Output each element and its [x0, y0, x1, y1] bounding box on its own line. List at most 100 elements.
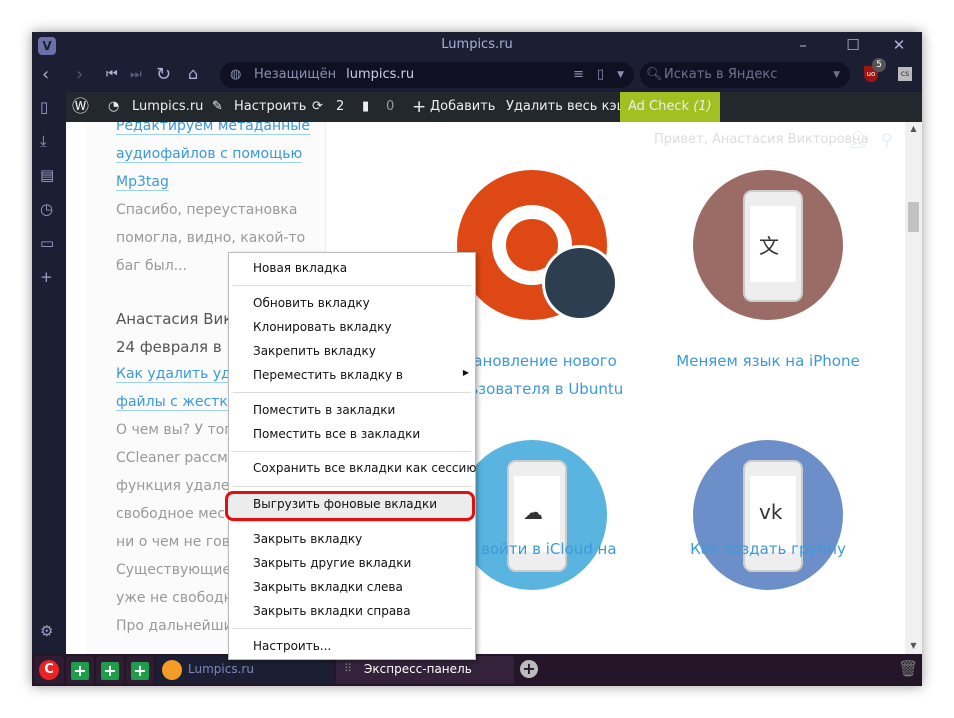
minimize-button[interactable]: – — [788, 32, 818, 58]
wordpress-icon[interactable]: Ⓦ — [72, 92, 89, 122]
sidebar-line: Редактируем метаданные — [116, 122, 310, 135]
sidebar-text: свободное место — [116, 506, 242, 522]
sidebar-line: уже не свободно — [116, 590, 241, 606]
bookmarks-panel-icon[interactable]: ▯ — [40, 98, 48, 116]
card-image[interactable]: vk — [693, 440, 843, 590]
sidebar-text: уже не свободно — [116, 590, 242, 606]
rewind-icon[interactable]: ⏮ — [106, 67, 118, 82]
sidebar-line: Про дальнейшие — [116, 618, 241, 634]
fast-forward-icon[interactable]: ⏭ — [130, 67, 142, 82]
dropdown-icon[interactable]: ▼ — [617, 62, 624, 88]
menu-item[interactable]: Закрыть вкладки справа — [253, 604, 411, 618]
window-panel-icon[interactable]: ▭ — [40, 234, 54, 252]
reload-icon[interactable]: ↻ — [156, 64, 171, 85]
pinned-tab[interactable]: + — [96, 656, 124, 684]
downloads-panel-icon[interactable]: ⤓ — [40, 132, 47, 150]
scrollbar-thumb[interactable] — [908, 202, 919, 232]
side-panel: ▯ ⤓ ▤ ◷ ▭ + ⚙ — [32, 92, 66, 654]
menu-separator — [233, 285, 471, 286]
site-link[interactable]: Lumpics.ru — [132, 92, 203, 122]
sheets-icon: + — [131, 662, 149, 680]
search-site-icon[interactable]: ⚲ — [881, 130, 893, 149]
sidebar-text: Про дальнейшие — [116, 618, 242, 634]
tab-lumpics[interactable]: Lumpics.ru — [156, 656, 334, 684]
globe-icon: ◍ — [230, 67, 242, 82]
card-image[interactable]: ☁ — [457, 440, 607, 590]
menu-item[interactable]: Закрыть другие вкладки — [253, 556, 411, 570]
pinned-tab[interactable]: + — [66, 656, 94, 684]
menu-item[interactable]: Переместить вкладку в — [253, 368, 403, 382]
scroll-down-icon[interactable]: ▼ — [905, 641, 922, 650]
menu-item[interactable]: Новая вкладка — [253, 261, 347, 275]
phone-icon: 文 — [743, 190, 803, 302]
updates-count[interactable]: 2 — [336, 92, 344, 122]
search-dropdown-icon[interactable]: ▼ — [833, 62, 840, 88]
sidebar-text: Существующие с — [116, 562, 244, 578]
home-icon[interactable]: ⌂ — [188, 64, 198, 83]
sidebar-text[interactable]: аудиофайлов с помощью — [116, 146, 303, 163]
window-title: Lumpics.ru — [441, 37, 513, 52]
tab-context-menu: Новая вкладка Обновить вкладку Клонировать… — [225, 252, 476, 660]
sheets-icon: + — [71, 662, 89, 680]
url-text: lumpics.ru — [346, 67, 415, 82]
pinned-tab[interactable]: + — [126, 656, 154, 684]
card-image[interactable]: 文 — [693, 170, 843, 320]
menu-item[interactable]: Обновить вкладку — [253, 296, 370, 310]
vivaldi-logo-icon[interactable]: V — [38, 37, 56, 55]
user-icon[interactable]: 👤︎ — [848, 130, 868, 149]
vertical-scrollbar[interactable]: ▲ ▼ — [905, 122, 922, 654]
menu-item[interactable]: Поместить в закладки — [253, 403, 395, 417]
customize-link[interactable]: Настроить — [234, 92, 306, 122]
ad-check-count: (1) — [693, 99, 712, 114]
forward-icon[interactable]: › — [76, 64, 83, 85]
menu-item[interactable]: Выгрузить фоновые вкладки — [253, 497, 437, 511]
submenu-arrow-icon: ▶ — [462, 368, 469, 377]
reader-icon[interactable]: ≡ — [573, 62, 584, 88]
trash-icon[interactable]: 🗑︎ — [898, 659, 918, 678]
card-title[interactable]: Как создать группу — [648, 540, 888, 558]
sidebar-text: помогла, видно, какой-то — [116, 230, 306, 246]
new-tab-button[interactable]: + — [520, 660, 538, 678]
menu-item[interactable]: Настроить... — [253, 639, 331, 653]
back-icon[interactable]: ‹ — [42, 64, 49, 85]
menu-separator — [233, 392, 471, 393]
add-panel-icon[interactable]: + — [40, 268, 53, 286]
menu-item[interactable]: Закрыть вкладки слева — [253, 580, 403, 594]
tab-express-panel[interactable]: ⠿ Экспресс-панель — [336, 656, 514, 684]
extension-icon[interactable]: cs — [898, 67, 912, 81]
menu-separator — [233, 628, 471, 629]
sidebar-text[interactable]: Редактируем метаданные — [116, 122, 310, 135]
dashboard-icon: ◔ — [108, 99, 120, 114]
sidebar-line: Спасибо, переустановка — [116, 202, 297, 218]
history-panel-icon[interactable]: ◷ — [40, 200, 53, 218]
sidebar-text[interactable]: Mp3tag — [116, 174, 169, 191]
sidebar-line: 24 февраля в 1 — [116, 338, 236, 356]
settings-icon[interactable]: ⚙ — [40, 622, 53, 640]
ublock-badge: 5 — [872, 58, 886, 72]
menu-item[interactable]: Клонировать вкладку — [253, 320, 391, 334]
clear-cache-link[interactable]: Удалить весь кэш — [506, 92, 628, 122]
menu-item[interactable]: Сохранить все вкладки как сессию — [253, 461, 476, 475]
card-title[interactable]: Меняем язык на iPhone — [648, 352, 888, 370]
menu-item[interactable]: Закрыть вкладку — [253, 532, 362, 546]
add-new-link[interactable]: Добавить — [430, 92, 495, 122]
menu-item[interactable]: Поместить все в закладки — [253, 427, 420, 441]
search-field[interactable]: 🔍︎ Искать в Яндекс ▼ — [640, 62, 850, 88]
sidebar-line: Существующие с — [116, 562, 243, 578]
close-button[interactable]: ✕ — [884, 32, 914, 58]
notes-panel-icon[interactable]: ▤ — [40, 166, 54, 184]
menu-item[interactable]: Закрепить вкладку — [253, 344, 376, 358]
ad-check-link[interactable]: Ad Check (1) — [620, 92, 720, 122]
comments-count[interactable]: 0 — [386, 92, 394, 122]
bookmark-icon[interactable]: ▯ — [597, 62, 604, 88]
url-field[interactable]: ◍ Незащищён lumpics.ru ≡ ▯ ▼ — [220, 62, 634, 88]
maximize-button[interactable]: ☐ — [838, 32, 868, 58]
scroll-up-icon[interactable]: ▲ — [905, 124, 922, 133]
sidebar-text: Спасибо, переустановка — [116, 202, 298, 218]
card-image[interactable] — [457, 170, 618, 321]
avatar — [542, 245, 618, 321]
ccleaner-icon: C — [39, 660, 59, 680]
sidebar-line: О чем вы? У того — [116, 422, 240, 438]
pinned-tab[interactable]: C — [34, 656, 64, 684]
menu-separator — [233, 486, 471, 487]
